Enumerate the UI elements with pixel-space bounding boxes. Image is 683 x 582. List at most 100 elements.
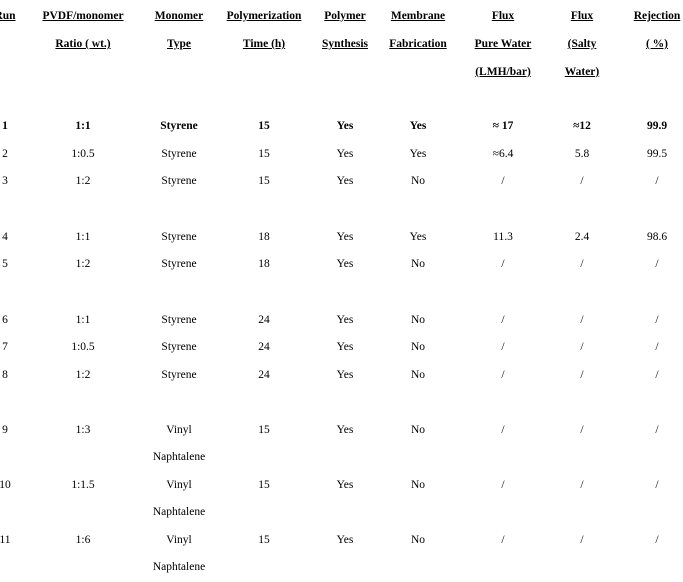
cell-rejection: 99.9 bbox=[646, 120, 668, 132]
cell-membrane-fabrication: Yes bbox=[409, 231, 427, 243]
cell-monomer-type: Styrene bbox=[161, 369, 197, 381]
cell-ratio: 1:1 bbox=[75, 314, 91, 326]
cell-flux-pure-water: 11.3 bbox=[493, 231, 513, 243]
header-rejection: Rejection bbox=[633, 10, 681, 22]
cell-flux-salty-water: / bbox=[580, 175, 584, 187]
cell-monomer-type: Styrene bbox=[161, 341, 197, 353]
cell-flux-pure-water: / bbox=[501, 314, 505, 326]
cell-ratio: 1:1 bbox=[75, 120, 91, 132]
cell-monomer-type: Naphtalene bbox=[152, 561, 206, 573]
cell-membrane-fabrication: Yes bbox=[409, 120, 427, 132]
cell-flux-salty-water: / bbox=[580, 534, 584, 546]
cell-membrane-fabrication: Yes bbox=[409, 148, 427, 160]
cell-monomer-type: Styrene bbox=[161, 148, 197, 160]
cell-membrane-fabrication: No bbox=[410, 369, 426, 381]
cell-monomer-type: Styrene bbox=[161, 258, 197, 270]
header-rejection: ( %) bbox=[645, 38, 669, 50]
cell-polymerization-time: 18 bbox=[258, 258, 270, 270]
header-monomer-type: Type bbox=[166, 38, 192, 50]
cell-ratio: 1:1.5 bbox=[71, 479, 95, 491]
cell-flux-pure-water: / bbox=[501, 424, 505, 436]
header-ratio: Ratio ( wt.) bbox=[55, 38, 111, 50]
cell-monomer-type: Naphtalene bbox=[152, 506, 206, 518]
cell-polymer-synthesis: Yes bbox=[336, 120, 354, 132]
header-flux-salty-water: (Salty bbox=[567, 38, 597, 50]
header-membrane-fabrication: Membrane bbox=[390, 10, 446, 22]
cell-polymerization-time: 15 bbox=[258, 120, 270, 132]
cell-polymerization-time: 15 bbox=[258, 175, 270, 187]
header-flux-pure-water: Pure Water bbox=[474, 38, 532, 50]
cell-rejection: / bbox=[655, 175, 659, 187]
cell-polymerization-time: 24 bbox=[258, 314, 270, 326]
cell-monomer-type: Styrene bbox=[160, 120, 198, 132]
cell-polymer-synthesis: Yes bbox=[336, 369, 354, 381]
cell-rejection: / bbox=[655, 369, 659, 381]
header-flux-pure-water: (LMH/bar) bbox=[475, 66, 531, 78]
header-polymerization-time: Polymerization bbox=[226, 10, 302, 22]
cell-membrane-fabrication: No bbox=[410, 175, 426, 187]
cell-flux-salty-water: / bbox=[580, 369, 584, 381]
cell-flux-salty-water: 5.8 bbox=[574, 148, 590, 160]
cell-membrane-fabrication: No bbox=[410, 341, 426, 353]
cell-run: 7 bbox=[2, 341, 8, 353]
cell-ratio: 1:1 bbox=[75, 231, 91, 243]
header-membrane-fabrication: Fabrication bbox=[389, 38, 447, 50]
cell-rejection: / bbox=[655, 424, 659, 436]
header-monomer-type: Monomer bbox=[154, 10, 204, 22]
cell-run: 1 bbox=[2, 120, 8, 132]
cell-monomer-type: Vinyl bbox=[166, 424, 192, 436]
cell-run: 11 bbox=[0, 534, 11, 546]
cell-monomer-type: Styrene bbox=[161, 231, 197, 243]
cell-rejection: / bbox=[655, 314, 659, 326]
cell-flux-salty-water: 2.4 bbox=[574, 231, 590, 243]
cell-run: 9 bbox=[2, 424, 8, 436]
cell-polymer-synthesis: Yes bbox=[336, 314, 354, 326]
cell-polymer-synthesis: Yes bbox=[336, 148, 354, 160]
cell-membrane-fabrication: No bbox=[410, 314, 426, 326]
cell-flux-salty-water: ≈12 bbox=[573, 120, 591, 132]
cell-flux-pure-water: / bbox=[501, 369, 505, 381]
cell-membrane-fabrication: No bbox=[410, 424, 426, 436]
header-ratio: PVDF/monomer bbox=[42, 10, 124, 22]
cell-flux-pure-water: ≈6.4 bbox=[492, 148, 514, 160]
cell-flux-pure-water: / bbox=[501, 341, 505, 353]
cell-run: 4 bbox=[2, 231, 8, 243]
cell-polymer-synthesis: Yes bbox=[336, 534, 354, 546]
cell-polymerization-time: 15 bbox=[258, 148, 270, 160]
cell-flux-salty-water: / bbox=[580, 314, 584, 326]
cell-run: 8 bbox=[2, 369, 8, 381]
cell-rejection: 99.5 bbox=[646, 148, 668, 160]
cell-polymer-synthesis: Yes bbox=[336, 231, 354, 243]
cell-ratio: 1:2 bbox=[75, 175, 91, 187]
cell-run: 2 bbox=[2, 148, 8, 160]
header-flux-salty-water: Flux bbox=[570, 10, 594, 22]
cell-ratio: 1:0.5 bbox=[71, 341, 95, 353]
cell-monomer-type: Vinyl bbox=[166, 479, 192, 491]
cell-membrane-fabrication: No bbox=[410, 258, 426, 270]
cell-ratio: 1:0.5 bbox=[71, 148, 95, 160]
cell-polymer-synthesis: Yes bbox=[336, 175, 354, 187]
cell-flux-pure-water: / bbox=[501, 479, 505, 491]
header-polymer-synthesis: Synthesis bbox=[321, 38, 369, 50]
cell-flux-pure-water: ≈ 17 bbox=[492, 120, 514, 132]
cell-polymerization-time: 15 bbox=[258, 534, 270, 546]
header-flux-pure-water: Flux bbox=[491, 10, 515, 22]
cell-flux-salty-water: / bbox=[580, 424, 584, 436]
cell-flux-salty-water: / bbox=[580, 341, 584, 353]
cell-flux-salty-water: / bbox=[580, 479, 584, 491]
cell-monomer-type: Styrene bbox=[161, 314, 197, 326]
cell-polymer-synthesis: Yes bbox=[336, 258, 354, 270]
cell-flux-pure-water: / bbox=[501, 258, 505, 270]
cell-monomer-type: Naphtalene bbox=[152, 451, 206, 463]
cell-polymerization-time: 15 bbox=[258, 479, 270, 491]
cell-rejection: / bbox=[655, 534, 659, 546]
cell-ratio: 1:2 bbox=[75, 369, 91, 381]
cell-ratio: 1:2 bbox=[75, 258, 91, 270]
cell-flux-pure-water: / bbox=[501, 175, 505, 187]
cell-run: 5 bbox=[2, 258, 8, 270]
header-run: Run bbox=[0, 10, 16, 22]
cell-flux-pure-water: / bbox=[501, 534, 505, 546]
cell-run: 6 bbox=[2, 314, 8, 326]
cell-rejection: / bbox=[655, 341, 659, 353]
header-flux-salty-water: Water) bbox=[564, 66, 600, 78]
